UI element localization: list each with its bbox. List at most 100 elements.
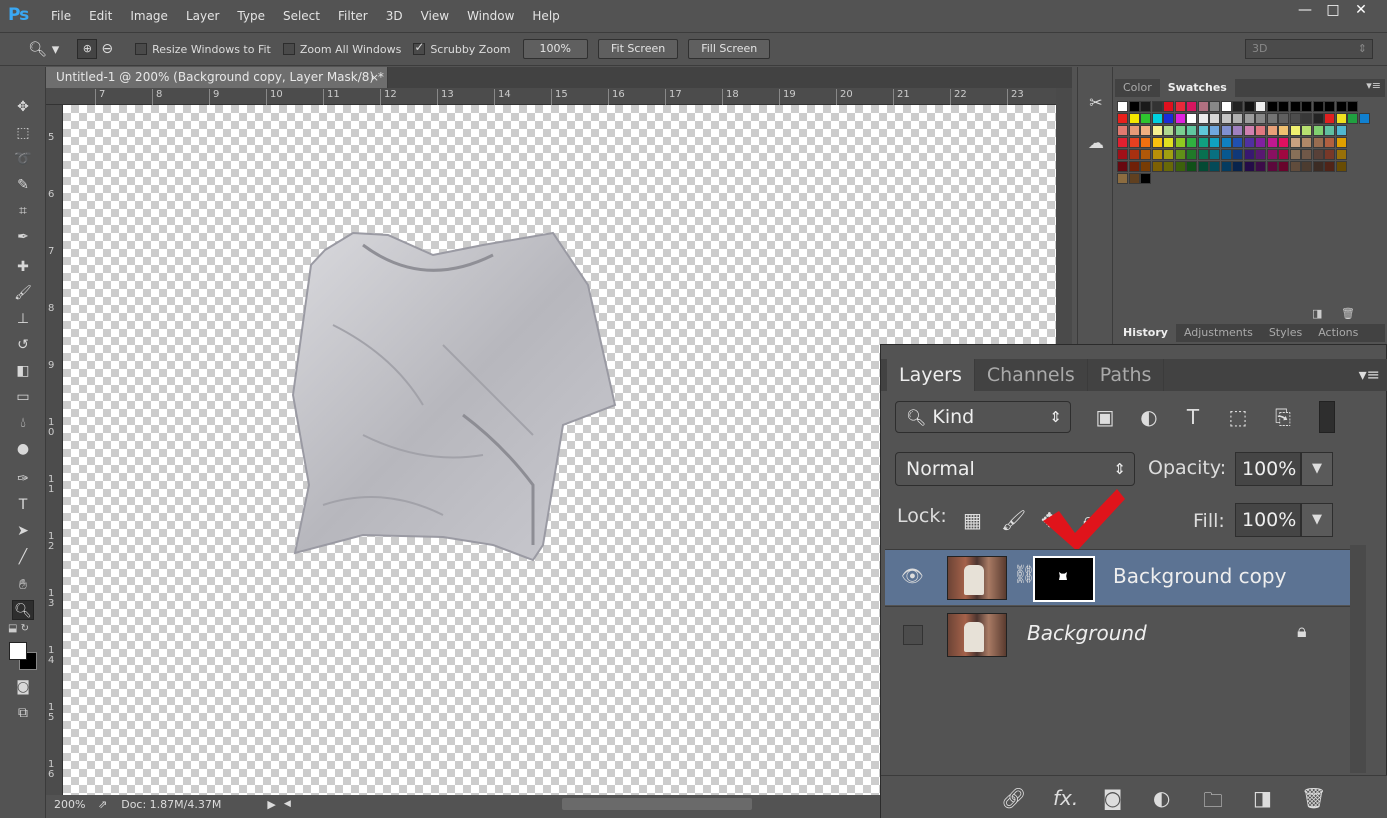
color-swatch[interactable] bbox=[1243, 149, 1255, 160]
move-tool-icon[interactable]: ✥ bbox=[12, 97, 34, 117]
healing-tool-icon[interactable]: ✚ bbox=[12, 257, 34, 277]
color-swatch[interactable] bbox=[1197, 161, 1209, 172]
color-swatch[interactable] bbox=[1278, 125, 1289, 136]
add-mask-icon[interactable]: ◙ bbox=[1103, 786, 1122, 810]
color-swatch[interactable] bbox=[1278, 161, 1289, 172]
tab-history[interactable]: History bbox=[1115, 324, 1176, 342]
brush-tool-icon[interactable]: 🖌︎ bbox=[12, 283, 34, 303]
layers-scrollbar[interactable] bbox=[1350, 545, 1366, 773]
history-brush-icon[interactable]: ↺ bbox=[12, 335, 34, 355]
menu-type[interactable]: Type bbox=[228, 9, 274, 23]
color-swatch[interactable] bbox=[1301, 161, 1312, 172]
lock-image-icon[interactable]: 🖌︎ bbox=[1001, 508, 1026, 532]
color-swatch[interactable] bbox=[1255, 125, 1266, 136]
scroll-left-icon[interactable]: ◀ bbox=[284, 799, 291, 809]
new-layer-icon[interactable]: ◨ bbox=[1253, 786, 1272, 810]
color-swatch[interactable] bbox=[1140, 113, 1151, 124]
color-swatch[interactable] bbox=[1324, 113, 1335, 124]
color-swatch[interactable] bbox=[1312, 137, 1324, 148]
color-swatch[interactable] bbox=[1186, 137, 1197, 148]
color-swatch[interactable] bbox=[1117, 161, 1128, 172]
eye-icon[interactable]: 👁︎ bbox=[901, 566, 924, 588]
adjustment-layer-icon[interactable]: ◐ bbox=[1153, 786, 1170, 810]
color-swatch[interactable] bbox=[1186, 149, 1197, 160]
new-group-icon[interactable]: 🗀︎ bbox=[1203, 786, 1223, 818]
foreground-color-swatch[interactable] bbox=[9, 642, 27, 660]
dodge-tool-icon[interactable]: ● bbox=[12, 439, 34, 459]
close-tab-icon[interactable]: × bbox=[370, 67, 379, 88]
workspace-select[interactable]: 3D ⇕ bbox=[1245, 39, 1373, 59]
color-swatch[interactable] bbox=[1243, 113, 1255, 124]
color-swatch[interactable] bbox=[1174, 137, 1186, 148]
color-swatch[interactable] bbox=[1186, 101, 1197, 112]
type-tool-icon[interactable]: T bbox=[12, 495, 34, 515]
fill-screen-button[interactable]: Fill Screen bbox=[688, 39, 771, 59]
blur-tool-icon[interactable]: 💧︎ bbox=[12, 413, 34, 433]
color-swatch[interactable] bbox=[1128, 113, 1140, 124]
menu-window[interactable]: Window bbox=[458, 9, 523, 23]
color-swatch[interactable] bbox=[1232, 161, 1243, 172]
color-swatch[interactable] bbox=[1174, 125, 1186, 136]
color-swatch[interactable] bbox=[1209, 101, 1220, 112]
color-swatch[interactable] bbox=[1174, 113, 1186, 124]
color-swatch[interactable] bbox=[1163, 113, 1174, 124]
color-swatch[interactable] bbox=[1301, 125, 1312, 136]
color-swatch[interactable] bbox=[1232, 137, 1243, 148]
color-swatch[interactable] bbox=[1232, 149, 1243, 160]
color-swatch[interactable] bbox=[1209, 125, 1220, 136]
color-swatch[interactable] bbox=[1347, 113, 1358, 124]
color-swatch[interactable] bbox=[1278, 149, 1289, 160]
color-swatch[interactable] bbox=[1289, 113, 1301, 124]
color-swatch[interactable] bbox=[1324, 137, 1335, 148]
color-swatch[interactable] bbox=[1289, 161, 1301, 172]
color-swatch[interactable] bbox=[1255, 137, 1266, 148]
blend-mode-select[interactable]: Normal ⇕ bbox=[895, 452, 1135, 486]
color-swatch[interactable] bbox=[1140, 161, 1151, 172]
color-swatch[interactable] bbox=[1128, 101, 1140, 112]
color-swatch[interactable] bbox=[1174, 101, 1186, 112]
menu-filter[interactable]: Filter bbox=[329, 9, 377, 23]
panel-menu-icon[interactable]: ▾≡ bbox=[1366, 79, 1381, 92]
quick-select-tool-icon[interactable]: ✎ bbox=[12, 175, 34, 195]
color-swatch[interactable] bbox=[1220, 137, 1232, 148]
pixel-filter-icon[interactable]: ▣ bbox=[1089, 401, 1121, 433]
color-swatch[interactable] bbox=[1163, 161, 1174, 172]
color-swatch[interactable] bbox=[1186, 125, 1197, 136]
swatches-grid[interactable] bbox=[1117, 101, 1370, 207]
color-swatch[interactable] bbox=[1335, 113, 1347, 124]
color-swatch[interactable] bbox=[1301, 101, 1312, 112]
color-swatch[interactable] bbox=[1301, 137, 1312, 148]
filter-toggle[interactable] bbox=[1319, 401, 1335, 433]
tab-styles[interactable]: Styles bbox=[1261, 324, 1310, 342]
delete-swatch-icon[interactable]: 🗑︎ bbox=[1341, 307, 1355, 320]
menu-select[interactable]: Select bbox=[274, 9, 329, 23]
stamp-tool-icon[interactable]: ⊥ bbox=[12, 309, 34, 329]
swap-colors-icon[interactable]: ⬓ ↻ bbox=[8, 623, 29, 634]
color-swatch[interactable] bbox=[1186, 113, 1197, 124]
tab-swatches[interactable]: Swatches bbox=[1159, 79, 1235, 97]
hand-tool-icon[interactable]: ✋︎ bbox=[12, 575, 34, 595]
color-swatch[interactable] bbox=[1312, 149, 1324, 160]
tab-paths[interactable]: Paths bbox=[1088, 359, 1165, 391]
color-swatch[interactable] bbox=[1128, 173, 1140, 184]
color-swatch[interactable] bbox=[1220, 101, 1232, 112]
color-swatch[interactable] bbox=[1151, 101, 1163, 112]
screen-mode-icon[interactable]: ⧉ bbox=[12, 703, 34, 723]
color-swatch[interactable] bbox=[1266, 125, 1278, 136]
zoom-tool-preset-icon[interactable]: 🔍︎ ▾ bbox=[28, 40, 59, 58]
fill-input[interactable]: 100% bbox=[1235, 503, 1301, 537]
crop-tool-icon[interactable]: ⌗ bbox=[12, 201, 34, 221]
color-swatch[interactable] bbox=[1289, 149, 1301, 160]
zoom-in-icon[interactable]: ⊕ bbox=[77, 39, 98, 59]
menu-file[interactable]: File bbox=[42, 9, 80, 23]
link-layers-icon[interactable]: 🔗︎ bbox=[1001, 786, 1026, 810]
color-swatch[interactable] bbox=[1128, 125, 1140, 136]
color-swatch[interactable] bbox=[1324, 125, 1335, 136]
color-swatch[interactable] bbox=[1335, 137, 1347, 148]
adjustment-filter-icon[interactable]: ◐ bbox=[1133, 401, 1165, 433]
color-swatch[interactable] bbox=[1312, 113, 1324, 124]
color-swatch[interactable] bbox=[1151, 137, 1163, 148]
color-swatch[interactable] bbox=[1255, 101, 1266, 112]
color-swatch[interactable] bbox=[1255, 113, 1266, 124]
color-swatch[interactable] bbox=[1140, 137, 1151, 148]
